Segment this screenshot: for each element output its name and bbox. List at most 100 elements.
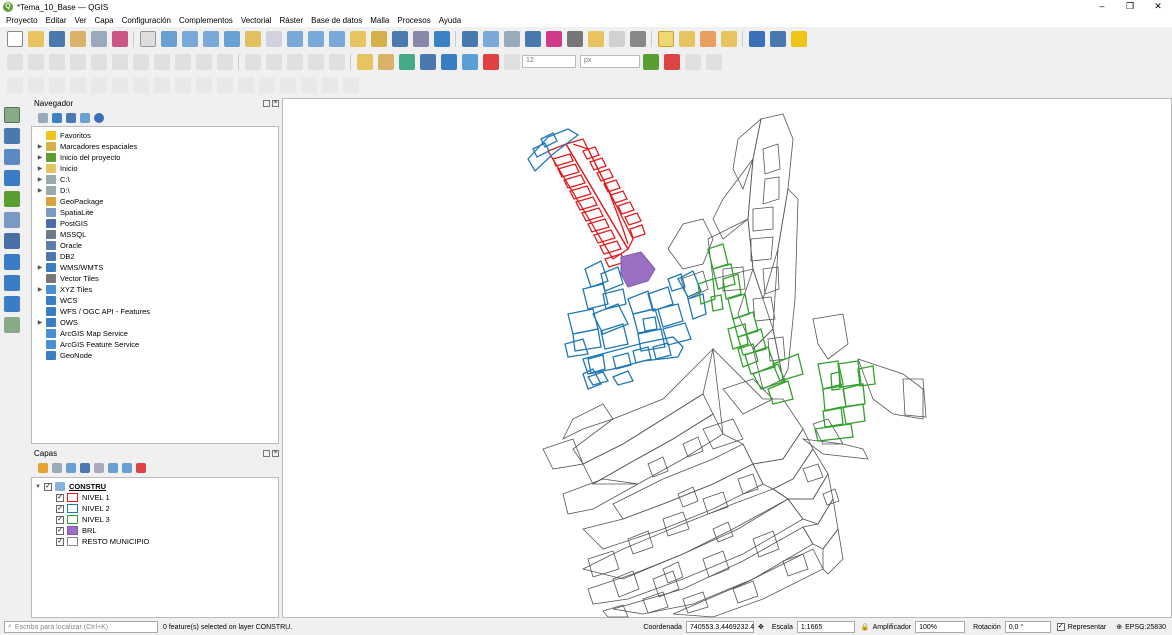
- menu-complementos[interactable]: Complementos: [175, 16, 237, 25]
- render-checkbox[interactable]: ✓: [1056, 623, 1065, 631]
- merge-attributes-icon[interactable]: [279, 76, 296, 93]
- refresh-icon[interactable]: [433, 30, 450, 47]
- layer-checkbox[interactable]: ✓: [44, 482, 52, 491]
- select-location-icon[interactable]: [720, 30, 737, 47]
- rotate-feature-icon[interactable]: [27, 76, 44, 93]
- layer-checkbox[interactable]: ✓: [56, 493, 64, 502]
- chevron-right-icon[interactable]: ▶: [34, 187, 46, 194]
- pan-to-selection-icon[interactable]: [160, 30, 177, 47]
- text-annotation-icon[interactable]: [629, 30, 646, 47]
- change-label-icon[interactable]: [503, 53, 520, 70]
- layout-manager-icon[interactable]: [90, 30, 107, 47]
- simplify-icon[interactable]: [48, 76, 65, 93]
- navigator-item[interactable]: ▶ C:\: [32, 174, 278, 185]
- menu-proyecto[interactable]: Proyecto: [2, 16, 42, 25]
- menu-ver[interactable]: Ver: [70, 16, 90, 25]
- navigator-item[interactable]: ▶ D:\: [32, 185, 278, 196]
- add-delimited-text-icon[interactable]: [4, 169, 20, 186]
- settings-gear-icon[interactable]: [524, 30, 541, 47]
- zoom-last-icon[interactable]: [307, 30, 324, 47]
- unit-select[interactable]: px: [580, 55, 640, 68]
- menu-capa[interactable]: Capa: [91, 16, 118, 25]
- highlight-label-icon[interactable]: [440, 53, 457, 70]
- collapse-all-icon[interactable]: [80, 113, 90, 123]
- layer-row[interactable]: ✓ BRL: [32, 525, 278, 536]
- clock-icon[interactable]: [412, 30, 429, 47]
- navigator-item[interactable]: Favoritos: [32, 130, 278, 141]
- style-manager-icon[interactable]: [111, 30, 128, 47]
- menu-ayuda[interactable]: Ayuda: [435, 16, 466, 25]
- statistics-sigma-icon[interactable]: [545, 30, 562, 47]
- temporal-controller-icon[interactable]: [391, 30, 408, 47]
- map-tips-icon[interactable]: [587, 30, 604, 47]
- manage-visibility-icon[interactable]: [66, 463, 76, 473]
- measure-icon[interactable]: [566, 30, 583, 47]
- field-calculator-icon[interactable]: [503, 30, 520, 47]
- navigator-item[interactable]: ▶ XYZ Tiles: [32, 284, 278, 295]
- magnifier-field[interactable]: 100%: [915, 621, 966, 633]
- select-by-value-icon[interactable]: [678, 30, 695, 47]
- add-wcs-icon[interactable]: [4, 295, 20, 312]
- offset-curve-icon[interactable]: [195, 76, 212, 93]
- locator-search-input[interactable]: ⌕ Escriba para localizar (Ctrl+K): [4, 621, 158, 633]
- close-button[interactable]: ✕: [1144, 0, 1172, 14]
- add-part-icon[interactable]: [90, 76, 107, 93]
- delete-part-icon[interactable]: [153, 76, 170, 93]
- font-size-input[interactable]: 12: [522, 55, 576, 68]
- select-features-icon[interactable]: [657, 30, 674, 47]
- db-manager-icon[interactable]: [769, 30, 786, 47]
- chevron-right-icon[interactable]: ▶: [34, 143, 46, 150]
- navigator-item[interactable]: SpatiaLite: [32, 207, 278, 218]
- polygon-icon[interactable]: [328, 53, 345, 70]
- add-vector-layer-icon[interactable]: [4, 106, 20, 123]
- chevron-down-icon[interactable]: ▼: [32, 484, 44, 490]
- navigator-item[interactable]: ▶ Marcadores espaciales: [32, 141, 278, 152]
- close-panel-icon[interactable]: ×: [272, 450, 279, 457]
- add-group-icon[interactable]: [52, 463, 62, 473]
- chevron-right-icon[interactable]: ▶: [34, 319, 46, 326]
- reshape-icon[interactable]: [174, 76, 191, 93]
- navigator-item[interactable]: WCS: [32, 295, 278, 306]
- move-feature-icon[interactable]: [6, 76, 23, 93]
- layer-group-row[interactable]: ▼ ✓ CONSTRU: [32, 481, 278, 492]
- attribute-table-icon[interactable]: [482, 30, 499, 47]
- map-canvas[interactable]: [282, 98, 1172, 618]
- merge-features-icon[interactable]: [258, 76, 275, 93]
- add-mesh-layer-icon[interactable]: [4, 148, 20, 165]
- filter-icon[interactable]: [66, 113, 76, 123]
- copy-icon[interactable]: [153, 53, 170, 70]
- open-project-icon[interactable]: [27, 30, 44, 47]
- coordinate-field[interactable]: 740553.3,4469232.4: [685, 621, 754, 633]
- search-icon[interactable]: [608, 30, 625, 47]
- snapping-icon[interactable]: [642, 53, 659, 70]
- new-print-layout-icon[interactable]: [69, 30, 86, 47]
- menu-configuracion[interactable]: Configuración: [118, 16, 175, 25]
- cut-icon[interactable]: [132, 53, 149, 70]
- navigator-item[interactable]: MSSQL: [32, 229, 278, 240]
- navigator-item[interactable]: WFS / OGC API - Features: [32, 306, 278, 317]
- navigator-item[interactable]: DB2: [32, 251, 278, 262]
- float-panel-icon[interactable]: [263, 100, 270, 107]
- map-svg[interactable]: [283, 99, 1172, 619]
- navigator-item[interactable]: Oracle: [32, 240, 278, 251]
- help-icon[interactable]: [748, 30, 765, 47]
- add-geopackage-icon[interactable]: [4, 190, 20, 207]
- menu-vectorial[interactable]: Vectorial: [237, 16, 276, 25]
- menu-editar[interactable]: Editar: [42, 16, 71, 25]
- reverse-line-icon[interactable]: [321, 76, 338, 93]
- show-bookmarks-icon[interactable]: [370, 30, 387, 47]
- pan-icon[interactable]: [139, 30, 156, 47]
- menu-raster[interactable]: Ráster: [276, 16, 308, 25]
- navigator-item[interactable]: ArcGIS Map Service: [32, 328, 278, 339]
- lock-icon[interactable]: 🔒: [861, 623, 870, 631]
- label-tool-icon[interactable]: [356, 53, 373, 70]
- circle-icon[interactable]: [265, 53, 282, 70]
- self-snapping-icon[interactable]: [705, 53, 722, 70]
- chevron-right-icon[interactable]: ▶: [34, 176, 46, 183]
- layer-checkbox[interactable]: ✓: [56, 504, 64, 513]
- undo-icon[interactable]: [195, 53, 212, 70]
- navigator-item[interactable]: ▶ OWS: [32, 317, 278, 328]
- split-features-icon[interactable]: [216, 76, 233, 93]
- navigator-item[interactable]: ▶ Inicio del proyecto: [32, 152, 278, 163]
- float-panel-icon[interactable]: [263, 450, 270, 457]
